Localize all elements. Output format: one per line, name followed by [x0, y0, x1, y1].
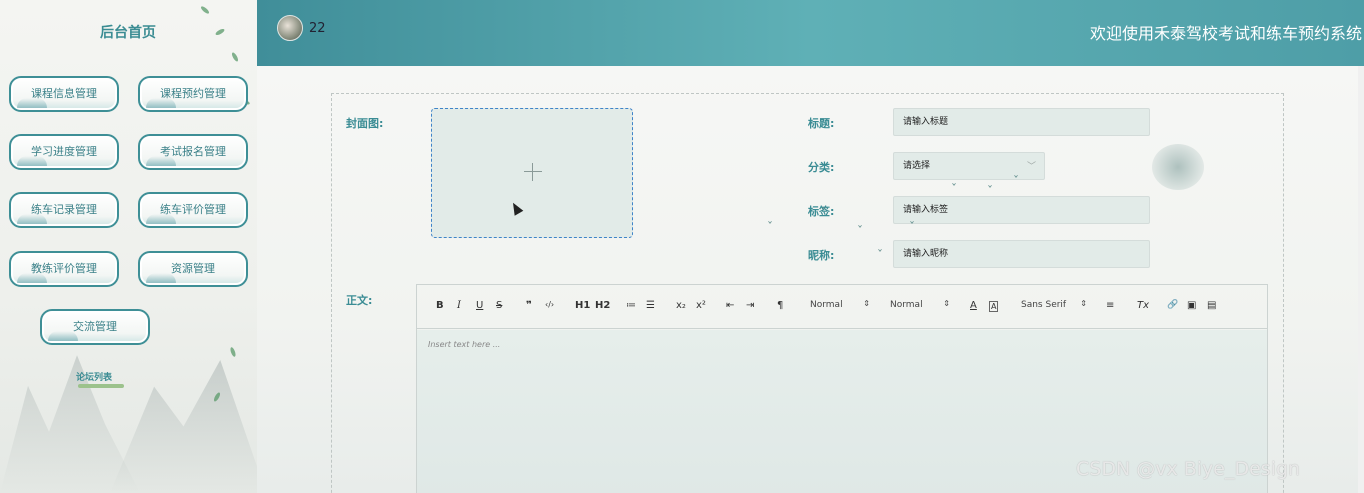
ordered-list-icon[interactable]: ≔ — [626, 300, 636, 311]
cover-upload[interactable] — [431, 108, 633, 238]
menu-communication[interactable]: 交流管理 — [40, 309, 150, 345]
underline-button[interactable]: U — [476, 300, 483, 311]
h2-button[interactable]: H2 — [595, 300, 610, 311]
outdent-icon[interactable]: ⇤ — [726, 300, 734, 311]
italic-button[interactable]: I — [457, 300, 461, 311]
plus-icon — [524, 163, 542, 181]
title-label: 标题: — [808, 117, 835, 130]
chevron-down-icon: ﹀ — [1026, 162, 1036, 172]
nickname-label: 昵称: — [808, 249, 835, 262]
size-picker-label: Normal — [810, 300, 843, 310]
leaf-decoration — [229, 346, 237, 358]
bullet-list-icon[interactable]: ☰ — [646, 300, 655, 311]
strike-button[interactable]: S — [496, 300, 502, 311]
quote-icon[interactable]: ❞ — [526, 300, 532, 311]
updown-icon: ⇕ — [1080, 299, 1087, 308]
superscript-button[interactable]: x² — [696, 300, 706, 311]
main-content: 封面图: 标题: 请输入标题 分类: 请选择 ﹀ 标签: 请输入标签 昵称: 请… — [257, 66, 1364, 493]
menu-coach-review[interactable]: 教练评价管理 — [9, 251, 119, 287]
updown-icon: ⇕ — [943, 299, 950, 308]
menu-study-progress[interactable]: 学习进度管理 — [9, 134, 119, 170]
video-icon[interactable]: ▤ — [1207, 300, 1216, 311]
leaf-decoration — [230, 51, 240, 63]
bird-decoration: ˇ — [909, 220, 915, 234]
tag-input[interactable]: 请输入标签 — [893, 196, 1150, 224]
body-label: 正文: — [346, 294, 373, 307]
nickname-input[interactable]: 请输入昵称 — [893, 240, 1150, 268]
forum-list-link[interactable]: 论坛列表 — [76, 370, 112, 383]
menu-resources[interactable]: 资源管理 — [138, 251, 248, 287]
header-picker[interactable]: Normal ⇕ — [890, 299, 950, 310]
leaf-decoration — [214, 27, 226, 37]
menu-practice-record[interactable]: 练车记录管理 — [9, 192, 119, 228]
menu-course-booking[interactable]: 课程预约管理 — [138, 76, 248, 112]
menu-practice-review[interactable]: 练车评价管理 — [138, 192, 248, 228]
editor-placeholder: Insert text here ... — [428, 340, 501, 349]
image-icon[interactable]: ▣ — [1187, 300, 1196, 311]
direction-icon[interactable]: ¶ — [777, 300, 783, 311]
leaf-decoration — [199, 5, 211, 15]
bird-decoration: ˇ — [857, 224, 863, 238]
mountain-decoration — [110, 360, 257, 493]
font-picker[interactable]: Sans Serif ⇕ — [1021, 299, 1087, 310]
menu-exam-signup[interactable]: 考试报名管理 — [138, 134, 248, 170]
editor-toolbar: B I U S ❞ ‹/› H1 H2 ≔ ☰ x₂ x² ⇤ ⇥ ¶ Norm… — [417, 285, 1267, 329]
h1-button[interactable]: H1 — [575, 300, 590, 311]
clean-format-icon[interactable]: Tx — [1137, 300, 1149, 311]
sidebar: 后台首页 课程信息管理 课程预约管理 学习进度管理 考试报名管理 练车记录管理 … — [0, 0, 257, 493]
subscript-button[interactable]: x₂ — [676, 300, 686, 311]
link-icon[interactable]: 🔗 — [1167, 300, 1178, 310]
text-color-icon[interactable]: A — [970, 300, 977, 311]
mountain-decoration — [0, 355, 140, 493]
bird-decoration: ˇ — [877, 248, 883, 262]
align-icon[interactable]: ≡ — [1106, 300, 1114, 311]
watermark-text: CSDN @vx Biye_Design — [1076, 458, 1301, 480]
bird-decoration: ˇ — [987, 184, 993, 198]
size-picker[interactable]: Normal ⇕ — [810, 299, 870, 310]
category-label: 分类: — [808, 161, 835, 174]
username[interactable]: 22 — [309, 21, 326, 36]
bold-button[interactable]: B — [436, 300, 444, 311]
font-picker-label: Sans Serif — [1021, 300, 1067, 310]
header-picker-label: Normal — [890, 300, 923, 310]
welcome-title: 欢迎使用禾泰驾校考试和练车预约系统 — [1089, 24, 1362, 43]
bird-decoration: ˇ — [767, 220, 773, 234]
bird-decoration: ˇ — [1013, 174, 1019, 188]
category-value: 请选择 — [903, 161, 931, 171]
category-select[interactable]: 请选择 ﹀ — [893, 152, 1045, 180]
top-header: 22 欢迎使用禾泰驾校考试和练车预约系统 — [257, 0, 1364, 66]
menu-course-info[interactable]: 课程信息管理 — [9, 76, 119, 112]
bird-decoration: ˇ — [821, 206, 827, 220]
updown-icon: ⇕ — [863, 299, 870, 308]
home-link[interactable]: 后台首页 — [100, 22, 156, 42]
cover-label: 封面图: — [346, 117, 384, 130]
forum-underline — [78, 384, 124, 388]
background-color-icon[interactable]: A — [989, 301, 999, 312]
indent-icon[interactable]: ⇥ — [746, 300, 754, 311]
bird-decoration: ˇ — [951, 182, 957, 196]
scrollbar[interactable] — [1358, 66, 1364, 493]
title-input[interactable]: 请输入标题 — [893, 108, 1150, 136]
avatar[interactable] — [277, 15, 303, 41]
code-icon[interactable]: ‹/› — [545, 300, 554, 309]
